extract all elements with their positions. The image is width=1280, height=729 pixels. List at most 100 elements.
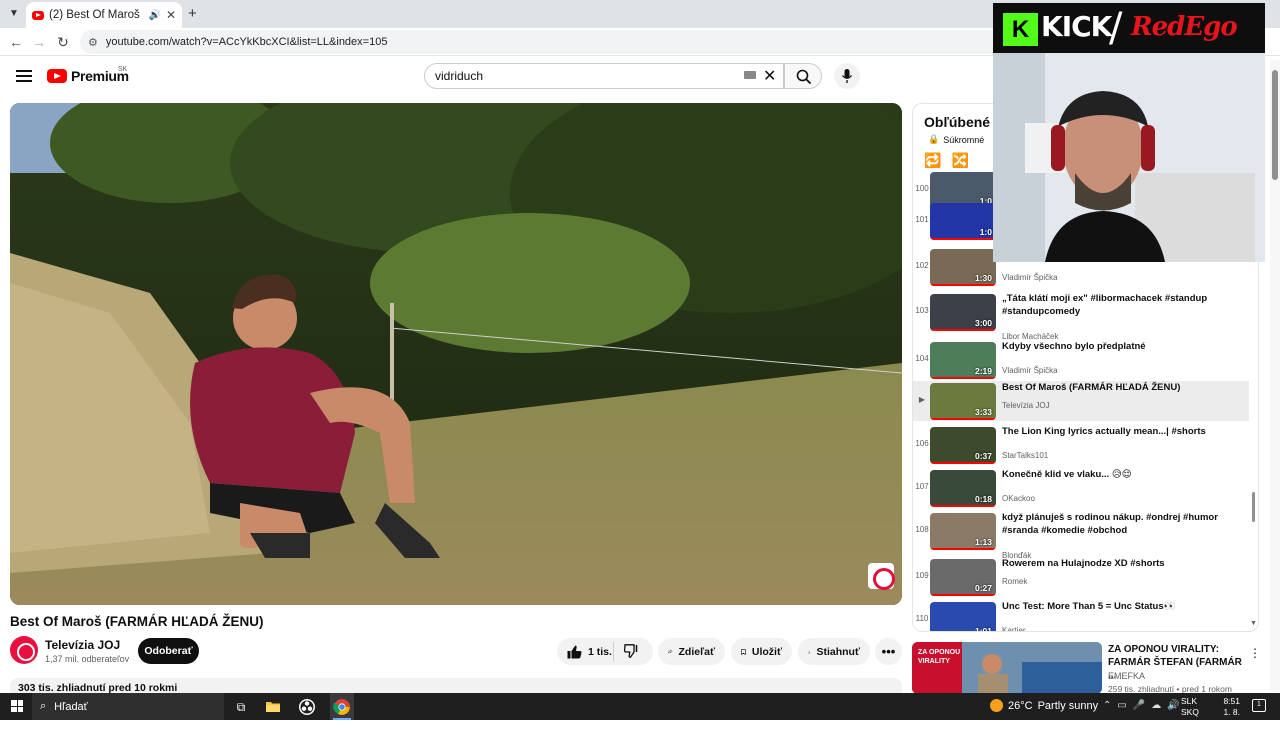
tab-list-chevron-icon[interactable]: ▼ [4, 4, 24, 24]
url-field[interactable]: ⚙ youtube.com/watch?v=ACcYkKbcXCI&list=L… [80, 30, 1080, 54]
taskbar-search-box[interactable]: ⌕ Hľadať [32, 693, 224, 720]
playlist-item[interactable]: 108 1:13 když plánuješ s rodinou nákup. #o… [913, 511, 1249, 560]
banner-slash: / [1109, 5, 1123, 51]
save-label: Uložiť [751, 645, 782, 658]
playlist-item-title[interactable]: Best Of Maroš (FARMÁR HĽADÁ ŽENU) [1002, 381, 1242, 394]
new-tab-plus-icon[interactable]: + [188, 5, 197, 22]
playlist-scroll-down-icon[interactable]: ▼ [1250, 620, 1257, 627]
system-tray-icons[interactable]: ⌃▭🎤☁🔊 [1103, 700, 1186, 711]
download-button[interactable]: Stiahnuť [798, 638, 870, 665]
playlist-item-thumbnail[interactable]: 0:18 [930, 470, 996, 507]
playlist-item-thumbnail[interactable]: 0:27 [930, 559, 996, 596]
channel-name[interactable]: Televízia JOJ [45, 638, 120, 652]
page-scrollbar[interactable] [1270, 60, 1280, 692]
playlist-item-thumbnail[interactable]: 2:19 [930, 342, 996, 379]
playlist-title[interactable]: Obľúbené [924, 114, 990, 130]
keyboard-layout: SKQ [1181, 707, 1199, 717]
playlist-item[interactable]: 110 1:01 Unc Test: More Than 5 = Unc Statu… [913, 600, 1249, 631]
share-button[interactable]: Zdieľať [658, 638, 725, 665]
playlist-item-thumbnail[interactable]: 1:01 [930, 602, 996, 631]
recommended-more-icon[interactable]: ⋮ [1249, 646, 1261, 660]
watched-progress-bar [930, 548, 996, 550]
playlist-item-channel: Televízia JOJ [1002, 401, 1050, 410]
watched-progress-bar [930, 329, 996, 331]
save-button[interactable]: Uložiť [731, 638, 792, 665]
search-button[interactable] [784, 63, 822, 89]
more-actions-icon[interactable]: ••• [875, 638, 902, 665]
playlist-item-title[interactable]: Unc Test: More Than 5 = Unc Status👀 [1002, 600, 1242, 613]
playlist-item-title[interactable]: „Táta klátí moji ex" #libormachacek #sta… [1002, 292, 1242, 318]
keyboard-icon[interactable] [744, 71, 756, 79]
task-view-icon[interactable]: ⧉ [232, 698, 250, 716]
youtube-premium-logo[interactable]: Premium [47, 68, 129, 84]
playlist-item-thumbnail[interactable]: 1:30 [930, 249, 996, 286]
playlist-item-duration: 3:00 [974, 318, 992, 328]
playlist-item-channel: Romek [1002, 577, 1028, 586]
watched-progress-bar [930, 462, 996, 464]
playlist-item-title[interactable]: Rowerem na Hulajnodze XD #shorts [1002, 557, 1242, 570]
playlist-item-title[interactable]: Konečně klid ve vlaku... 😥😌 [1002, 468, 1242, 481]
speaker-icon[interactable]: 🔊 [148, 10, 160, 21]
partly-sunny-icon [990, 699, 1003, 712]
weather-widget[interactable]: 26°C Partly sunny [990, 699, 1098, 712]
chrome-icon[interactable] [333, 698, 351, 716]
download-icon [808, 650, 811, 653]
loop-icon[interactable]: 🔁 [924, 152, 941, 169]
playlist-item[interactable]: 106 0:37 The Lion King lyrics actually mea… [913, 425, 1249, 465]
recommended-video-thumbnail[interactable]: ZA OPONOU VIRALITY [912, 642, 1102, 694]
clock-time: 8:51 [1223, 696, 1240, 706]
channel-avatar[interactable] [10, 636, 38, 664]
playlist-item-title[interactable]: The Lion King lyrics actually mean...| #… [1002, 425, 1242, 438]
playlist-item[interactable]: 109 0:27 Rowerem na Hulajnodze XD #shorts R… [913, 557, 1249, 597]
playlist-item-title[interactable]: když plánuješ s rodinou nákup. #ondrej #… [1002, 511, 1242, 537]
windows-start-icon[interactable] [11, 700, 23, 712]
page-scrollbar-thumb[interactable] [1272, 70, 1278, 180]
video-player[interactable] [10, 103, 902, 605]
close-tab-icon[interactable]: ✕ [166, 8, 176, 22]
watched-progress-bar [930, 377, 996, 379]
menu-hamburger-icon[interactable] [16, 70, 32, 82]
like-button[interactable]: 1 tis. [567, 645, 612, 659]
obs-studio-icon[interactable] [298, 698, 316, 716]
kick-logo-icon: K [1003, 13, 1038, 46]
reload-icon[interactable]: ↻ [53, 32, 73, 52]
subscribe-button[interactable]: Odoberať [138, 638, 199, 664]
voice-search-button[interactable] [834, 63, 860, 89]
playlist-item[interactable]: 107 0:18 Konečně klid ve vlaku... 😥😌 OKacko… [913, 468, 1249, 508]
shuffle-icon[interactable]: 🔀 [951, 152, 968, 169]
playlist-item[interactable]: 103 3:00 „Táta klátí moji ex" #libormachac… [913, 292, 1249, 341]
system-clock[interactable]: 8:51 1. 8. 2026 [1206, 696, 1240, 729]
playlist-item-thumbnail[interactable]: 1:13 [930, 513, 996, 550]
taskbar-search-placeholder: Hľadať [54, 700, 88, 713]
site-info-icon[interactable]: ⚙ [88, 36, 98, 49]
playlist-item-thumbnail[interactable]: 3:00 [930, 294, 996, 331]
playlist-item[interactable]: ▶ 3:33 Best Of Maroš (FARMÁR HĽADÁ ŽENU) Te… [913, 381, 1249, 421]
forward-arrow-icon[interactable]: → [29, 32, 49, 52]
browser-tab-active[interactable]: (2) Best Of Maroš (FARMÁR 🔊 ✕ [26, 2, 182, 28]
notification-center-icon[interactable]: 1 [1252, 699, 1266, 712]
playlist-item-thumbnail[interactable]: 3:33 [930, 383, 996, 420]
file-explorer-icon[interactable] [265, 698, 283, 716]
playlist-item-index: 104 [915, 354, 929, 363]
temperature: 26°C [1008, 699, 1033, 712]
playlist-controls: 🔁 🔀 [924, 152, 969, 169]
playlist-item-duration: 1:13 [974, 537, 992, 547]
input-language[interactable]: SLK SKQ [1181, 696, 1199, 718]
tab-title: (2) Best Of Maroš (FARMÁR [49, 9, 143, 21]
youtube-favicon-icon [32, 10, 44, 20]
recommended-channel[interactable]: EMEFKA [1108, 671, 1145, 681]
playlist-item-index: 108 [915, 525, 929, 534]
clear-search-icon[interactable]: ✕ [763, 66, 776, 86]
playlist-item-thumbnail[interactable]: 0:37 [930, 427, 996, 464]
playlist-item[interactable]: 104 2:19 Kdyby všechno bylo předplatné Vlad… [913, 340, 1249, 380]
playlist-item-thumbnail[interactable]: 1:0 [930, 203, 996, 240]
dislike-button[interactable] [623, 644, 639, 661]
playlist-item-index: 110 [915, 614, 929, 623]
webcam-feed-image [993, 53, 1265, 262]
playlist-item-index: 100 [915, 184, 929, 193]
back-arrow-icon[interactable]: ← [6, 32, 26, 52]
playlist-scrollbar[interactable] [1252, 492, 1255, 522]
kick-text: KICK [1041, 10, 1112, 43]
playlist-item-title[interactable]: Kdyby všechno bylo předplatné [1002, 340, 1242, 353]
search-input[interactable]: vidriduch [424, 63, 784, 89]
